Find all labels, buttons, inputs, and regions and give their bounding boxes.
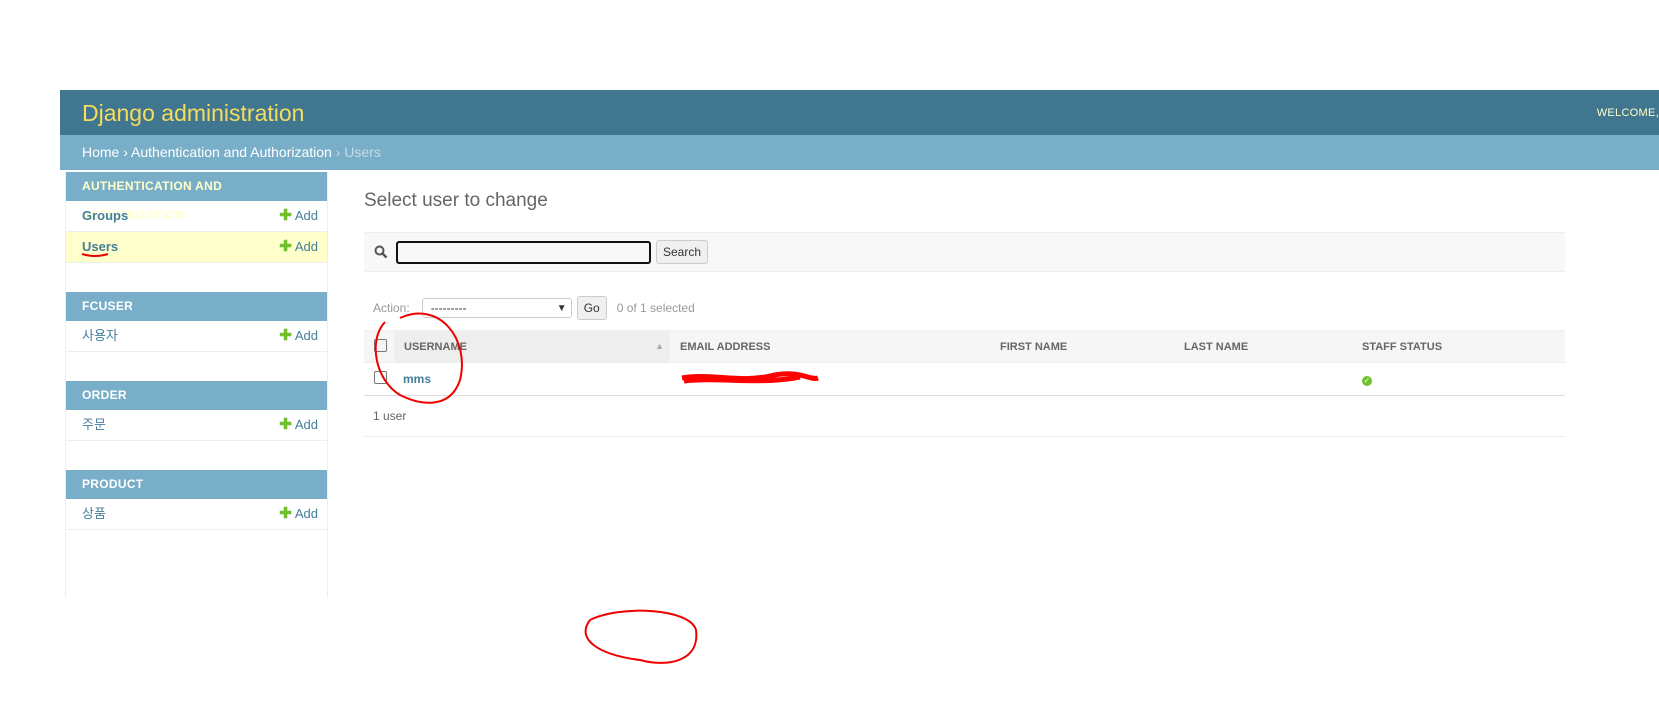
add-label: Add	[294, 208, 318, 223]
search-icon	[374, 245, 388, 259]
last-name-cell	[1184, 362, 1362, 396]
sidebar-item-users: Users ✚ Add	[66, 232, 327, 263]
sidebar-item-fcuser: 사용자 ✚ Add	[66, 321, 327, 352]
search-toolbar: Search	[364, 232, 1565, 272]
sidebar-item-label[interactable]: Groups	[82, 201, 128, 231]
plus-icon: ✚	[279, 238, 292, 255]
breadcrumb-separator: ›	[119, 144, 132, 160]
module-auth: AUTHENTICATION AND AUTHORIZATION Groups …	[66, 172, 327, 263]
add-link[interactable]: ✚ Add	[279, 232, 318, 262]
search-button[interactable]: Search	[656, 240, 709, 264]
add-label: Add	[294, 506, 318, 521]
sidebar-item-label[interactable]: Users	[82, 232, 118, 262]
add-label: Add	[294, 328, 318, 343]
column-label: USERNAME	[404, 340, 467, 353]
table-row: mms ✓	[364, 362, 1565, 396]
sidebar-item-label[interactable]: 사용자	[82, 321, 118, 351]
sort-ascending-icon[interactable]: ▲	[655, 341, 664, 351]
module-header[interactable]: PRODUCT	[66, 470, 327, 499]
table-header-row: USERNAME ▲ EMAIL ADDRESS FIRST NAME LAST …	[364, 330, 1565, 363]
sidebar-item-order: 주문 ✚ Add	[66, 410, 327, 441]
breadcrumb-home[interactable]: Home	[82, 144, 119, 160]
circle-annotation	[584, 609, 698, 664]
add-label: Add	[294, 239, 318, 254]
email-cell	[670, 362, 1000, 396]
plus-icon: ✚	[279, 327, 292, 344]
plus-icon: ✚	[279, 207, 292, 224]
module-header[interactable]: AUTHENTICATION AND AUTHORIZATION	[66, 172, 327, 222]
add-link[interactable]: ✚ Add	[279, 499, 318, 529]
sidebar-item-label[interactable]: 주문	[82, 410, 106, 440]
module-header[interactable]: ORDER	[66, 381, 327, 410]
selection-counter: 0 of 1 selected	[616, 301, 695, 315]
column-email[interactable]: EMAIL ADDRESS	[670, 330, 1000, 363]
sidebar-item-product: 상품 ✚ Add	[66, 499, 327, 530]
results-table: USERNAME ▲ EMAIL ADDRESS FIRST NAME LAST …	[364, 330, 1565, 396]
column-first-name[interactable]: FIRST NAME	[1000, 330, 1184, 363]
result-count: 1 user	[364, 396, 1565, 437]
select-all-checkbox[interactable]	[374, 338, 387, 352]
column-last-name[interactable]: LAST NAME	[1184, 330, 1362, 363]
main-content: Select user to change Search Action: ---…	[364, 172, 1565, 437]
page-title: Select user to change	[364, 190, 548, 211]
column-staff-status[interactable]: STAFF STATUS	[1362, 330, 1565, 363]
check-circle-icon: ✓	[1362, 376, 1372, 386]
go-button[interactable]: Go	[576, 296, 607, 320]
action-selected-value: ---------	[430, 301, 467, 315]
breadcrumb-current: Users	[344, 144, 381, 160]
add-link[interactable]: ✚ Add	[279, 201, 318, 231]
username-link[interactable]: mms	[403, 372, 431, 386]
action-label: Action:	[373, 301, 410, 315]
module-fcuser: FCUSER 사용자 ✚ Add	[66, 292, 327, 352]
column-username[interactable]: USERNAME ▲	[394, 330, 670, 363]
welcome-text: WELCOME,	[1596, 107, 1659, 119]
module-order: ORDER 주문 ✚ Add	[66, 381, 327, 441]
module-product: PRODUCT 상품 ✚ Add	[66, 470, 327, 530]
module-header[interactable]: FCUSER	[66, 292, 327, 321]
add-label: Add	[294, 417, 318, 432]
actions-bar: Action: --------- ▼ Go 0 of 1 selected	[364, 296, 1565, 320]
header: Django administration WELCOME,	[60, 90, 1659, 135]
plus-icon: ✚	[279, 416, 292, 433]
sidebar-item-groups: Groups ✚ Add	[66, 201, 327, 232]
row-checkbox[interactable]	[374, 371, 387, 384]
first-name-cell	[1000, 362, 1184, 396]
sidebar-item-label[interactable]: 상품	[82, 499, 106, 529]
breadcrumb: Home › Authentication and Authorization …	[60, 135, 1659, 170]
site-brand[interactable]: Django administration	[82, 100, 304, 127]
add-link[interactable]: ✚ Add	[279, 410, 318, 440]
plus-icon: ✚	[279, 505, 292, 522]
sidebar: AUTHENTICATION AND AUTHORIZATION Groups …	[65, 172, 328, 598]
search-input[interactable]	[396, 240, 651, 264]
breadcrumb-separator: ›	[331, 144, 345, 160]
breadcrumb-app[interactable]: Authentication and Authorization	[131, 144, 332, 160]
add-link[interactable]: ✚ Add	[279, 321, 318, 351]
action-select[interactable]: --------- ▼	[421, 298, 572, 318]
redaction-scribble	[681, 370, 819, 383]
chevron-down-icon: ▼	[556, 302, 567, 314]
